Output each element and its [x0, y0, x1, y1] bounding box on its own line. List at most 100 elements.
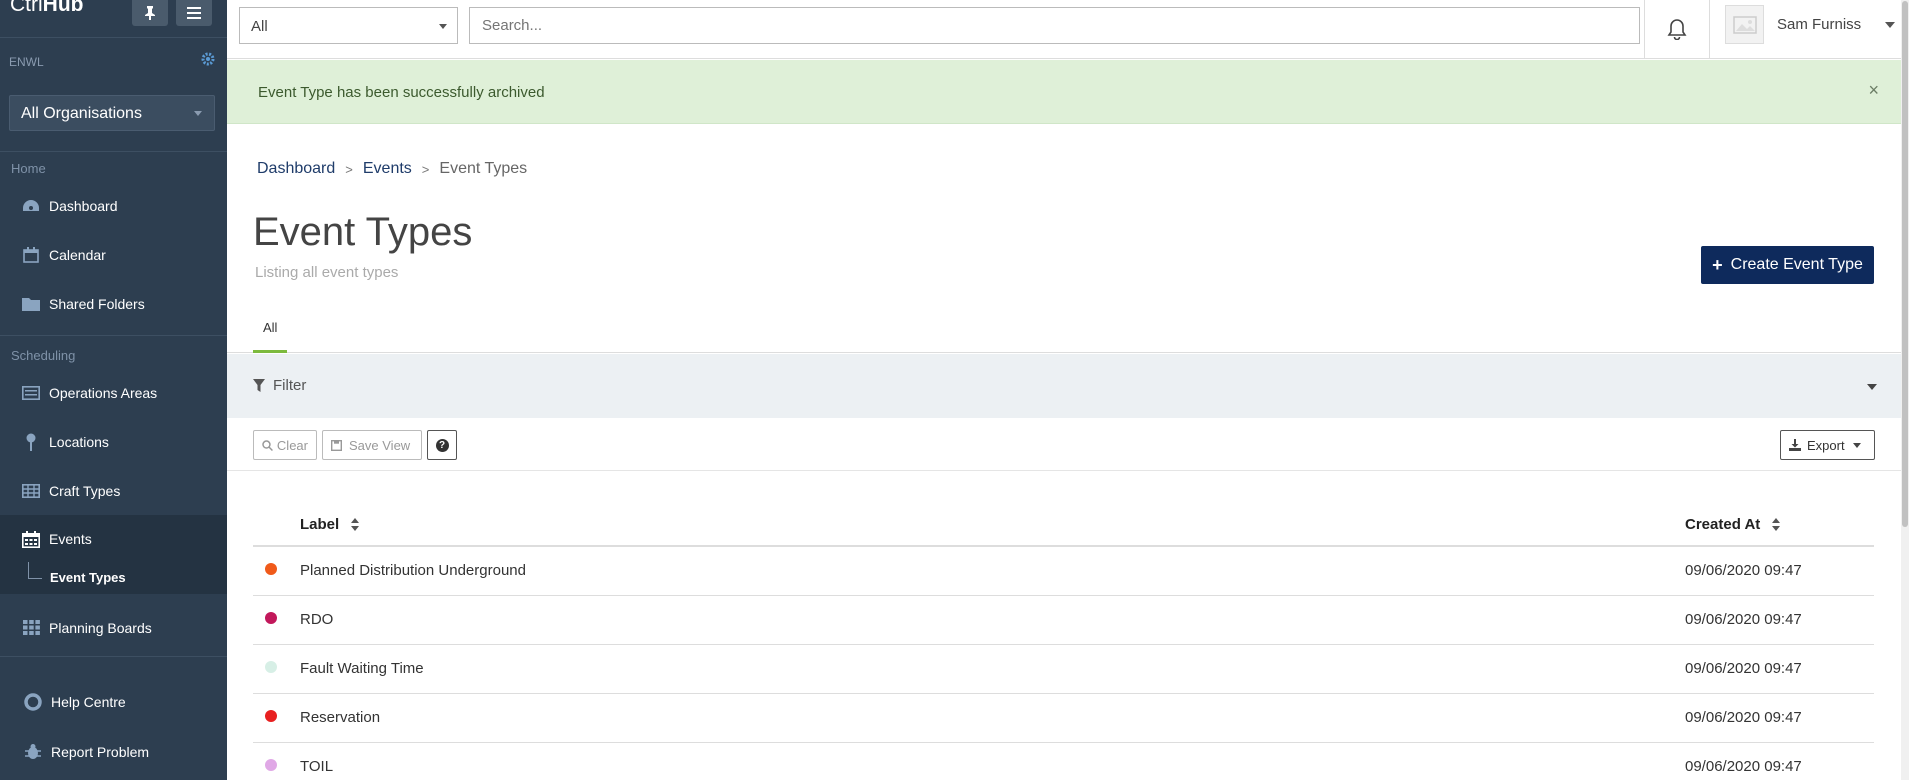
pin-sidebar-button[interactable] — [132, 0, 168, 26]
label-cell[interactable]: Planned Distribution Underground — [300, 546, 1685, 596]
color-dot — [265, 759, 277, 771]
table-row[interactable]: Reservation 09/06/2020 09:47 — [253, 693, 1874, 743]
color-dot — [265, 661, 277, 673]
pin-icon — [145, 6, 155, 20]
top-bar: All Sam Furniss — [227, 0, 1909, 59]
save-view-label: Save View — [349, 437, 411, 453]
sidebar: CtrlHub ENWL All Organisations Home Dash… — [0, 0, 227, 780]
label-cell[interactable]: Fault Waiting Time — [300, 644, 1685, 694]
organisation-select[interactable]: All Organisations — [9, 95, 215, 131]
section-title-home: Home — [11, 161, 46, 176]
pin-icon — [20, 432, 42, 452]
event-type-label[interactable]: Fault Waiting Time — [300, 660, 424, 677]
sidebar-item-event-types[interactable]: Event Types — [0, 562, 227, 594]
event-type-label[interactable]: Planned Distribution Underground — [300, 562, 526, 579]
table-row[interactable]: TOIL 09/06/2020 09:47 — [253, 742, 1874, 780]
sidebar-item-planning-boards[interactable]: Planning Boards — [0, 603, 227, 652]
calendar-grid-icon — [20, 529, 42, 549]
sidebar-item-locations[interactable]: Locations — [0, 417, 227, 466]
dashboard-icon — [20, 196, 42, 216]
chevron-down-icon[interactable] — [1867, 384, 1877, 390]
table-row[interactable]: RDO 09/06/2020 09:47 — [253, 595, 1874, 645]
scrollbar-thumb[interactable] — [1902, 1, 1908, 527]
label-cell[interactable]: Reservation — [300, 693, 1685, 743]
created-at-cell: 09/06/2020 09:47 — [1685, 693, 1874, 743]
tab-all[interactable]: All — [253, 320, 288, 353]
search-input[interactable] — [469, 7, 1640, 44]
breadcrumb-current: Event Types — [439, 160, 528, 177]
sidebar-item-label: Operations Areas — [49, 384, 158, 401]
page-title: Event Types — [253, 210, 473, 254]
event-type-label[interactable]: RDO — [300, 611, 333, 628]
column-header-created-at[interactable]: Created At — [1685, 503, 1874, 547]
grid-icon — [20, 618, 42, 638]
event-types-table: Label Created At Planned Distribution Un… — [253, 503, 1874, 780]
help-button[interactable]: ? — [427, 430, 457, 460]
page-scrollbar[interactable] — [1901, 0, 1909, 780]
sidebar-item-events[interactable]: Events — [0, 515, 227, 563]
notifications-button[interactable] — [1644, 0, 1710, 58]
tree-connector — [28, 562, 42, 579]
table-row[interactable]: Fault Waiting Time 09/06/2020 09:47 — [253, 644, 1874, 694]
color-dot — [265, 563, 277, 576]
search-scope-value: All — [251, 18, 268, 35]
filter-panel-toggle[interactable]: Filter — [227, 354, 1901, 418]
table-toolbar: Clear Save View ? Export — [227, 418, 1901, 471]
tab-label: All — [263, 320, 278, 335]
clear-button[interactable]: Clear — [253, 430, 317, 460]
column-header-label[interactable]: Label — [300, 503, 1685, 547]
table-row[interactable]: Planned Distribution Underground 09/06/20… — [253, 546, 1874, 596]
create-event-type-button[interactable]: + Create Event Type — [1701, 246, 1874, 284]
event-type-label[interactable]: TOIL — [300, 758, 333, 775]
sidebar-item-label: Planning Boards — [49, 619, 152, 636]
user-menu[interactable]: Sam Furniss — [1725, 0, 1901, 58]
tab-bar: All — [227, 310, 1901, 353]
sidebar-item-label: Locations — [49, 433, 109, 450]
chevron-down-icon — [1885, 22, 1895, 28]
breadcrumb-link-events[interactable]: Events — [363, 160, 412, 178]
column-header-text: Created At — [1685, 515, 1761, 533]
created-at-value: 09/06/2020 09:47 — [1685, 611, 1802, 628]
gear-icon[interactable] — [201, 52, 215, 70]
sidebar-item-dashboard[interactable]: Dashboard — [0, 181, 227, 230]
folder-icon — [20, 294, 42, 314]
save-view-button[interactable]: Save View — [322, 430, 422, 460]
chevron-down-icon — [1852, 442, 1861, 448]
sidebar-item-shared-folders[interactable]: Shared Folders — [0, 279, 227, 328]
save-icon — [331, 439, 342, 451]
sidebar-item-label: Events — [49, 531, 92, 547]
sidebar-item-label: Dashboard — [49, 197, 118, 214]
menu-toggle-button[interactable] — [176, 0, 212, 26]
created-at-value: 09/06/2020 09:47 — [1685, 562, 1802, 580]
help-icon: ? — [435, 438, 449, 452]
sidebar-item-craft-types[interactable]: Craft Types — [0, 466, 227, 515]
hamburger-icon — [187, 7, 201, 19]
lifebuoy-icon — [22, 692, 44, 712]
label-cell[interactable]: RDO — [300, 595, 1685, 645]
sidebar-divider — [0, 151, 227, 152]
close-icon[interactable]: × — [1868, 80, 1879, 101]
event-type-label[interactable]: Reservation — [300, 709, 380, 726]
sidebar-item-help-centre[interactable]: Help Centre — [0, 677, 227, 726]
sidebar-item-operations-areas[interactable]: Operations Areas — [0, 368, 227, 417]
organisation-select-value: All Organisations — [21, 105, 142, 122]
search-scope-select[interactable]: All — [239, 7, 458, 44]
label-cell[interactable]: TOIL — [300, 742, 1685, 780]
list-icon — [20, 383, 42, 403]
export-label: Export — [1807, 437, 1845, 453]
sidebar-item-report-problem[interactable]: Report Problem — [0, 727, 227, 776]
sidebar-item-calendar[interactable]: Calendar — [0, 230, 227, 279]
chevron-right-icon: > — [421, 161, 430, 177]
success-alert: Event Type has been successfully archive… — [227, 60, 1901, 124]
breadcrumb-link-dashboard[interactable]: Dashboard — [257, 160, 335, 178]
created-at-value: 09/06/2020 09:47 — [1685, 758, 1802, 775]
column-header-text: Label — [300, 515, 340, 533]
app-logo[interactable]: CtrlHub — [10, 0, 84, 17]
sidebar-item-label: Help Centre — [51, 693, 126, 710]
sidebar-divider — [0, 656, 227, 657]
export-button[interactable]: Export — [1780, 430, 1875, 460]
chevron-down-icon — [194, 111, 202, 116]
bell-icon — [1667, 19, 1687, 40]
page-subtitle: Listing all event types — [255, 264, 399, 281]
sidebar-item-label: Calendar — [49, 246, 106, 263]
